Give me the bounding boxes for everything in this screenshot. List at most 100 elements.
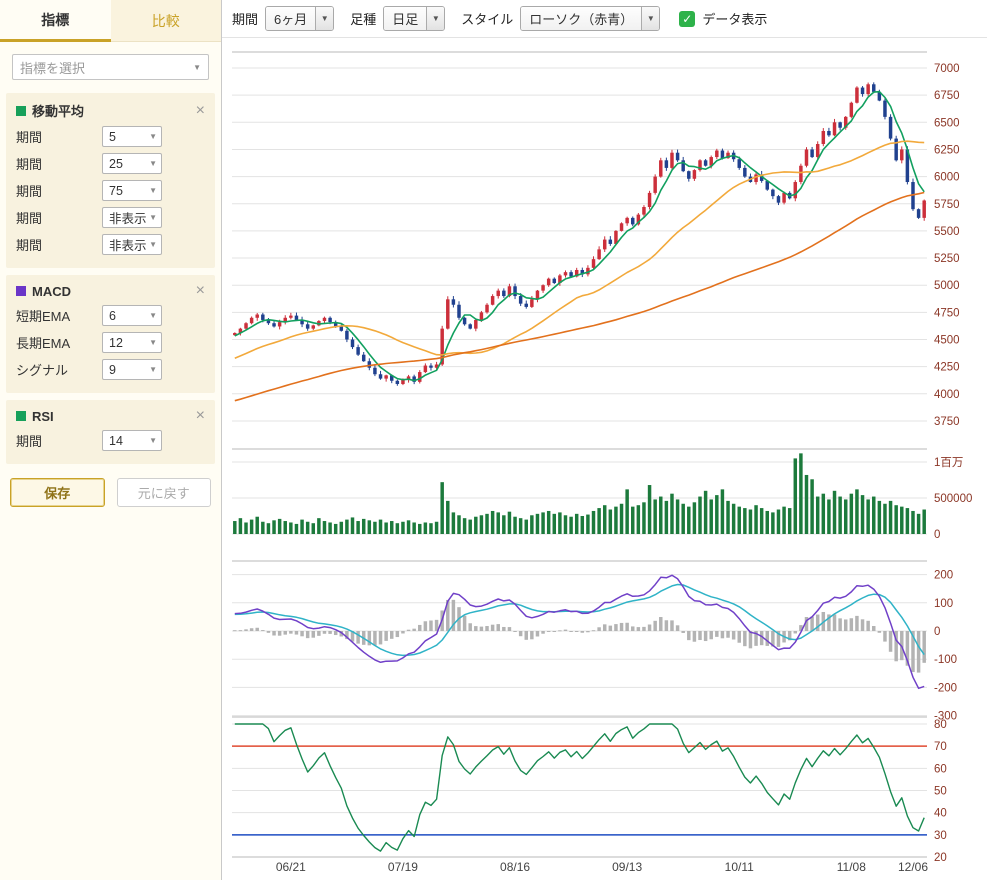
bartype-value: 日足 [384,7,426,30]
ma-period-select-4[interactable]: 非表示 ▼ [102,207,162,228]
ma-period-select-1[interactable]: 5 ▼ [102,126,162,147]
style-value: ローソク（赤青） [521,7,641,30]
macd-slow-label: 長期EMA [16,333,102,352]
svg-text:3750: 3750 [934,416,960,428]
svg-text:7000: 7000 [934,63,960,75]
ma-period-select-2[interactable]: 25 ▼ [102,153,162,174]
chevron-down-icon: ▼ [149,436,157,445]
data-display-label: データ表示 [702,9,767,28]
save-button[interactable]: 保存 [10,478,105,507]
svg-text:6250: 6250 [934,144,960,156]
macd-section-title: MACD [32,284,71,299]
tab-indicators[interactable]: 指標 [0,0,111,42]
chevron-down-icon: ▼ [149,311,157,320]
ma-period-select-5[interactable]: 非表示 ▼ [102,234,162,255]
ma-period-row: 期間 非表示 ▼ [16,204,205,231]
svg-text:5500: 5500 [934,226,960,238]
svg-text:4750: 4750 [934,307,960,319]
svg-text:40: 40 [934,808,947,820]
chevron-down-icon: ▼ [315,7,333,30]
chart-canvas[interactable]: 7000675065006250600057505500525050004750… [222,38,987,882]
chevron-down-icon: ▼ [149,338,157,347]
svg-text:1百万: 1百万 [934,457,963,469]
bartype-select[interactable]: 日足 ▼ [383,6,445,31]
rsi-period-value: 14 [109,434,123,448]
tab-compare[interactable]: 比較 [111,0,222,42]
rsi-color-swatch [16,411,26,421]
indicator-select[interactable]: 指標を選択 ▼ [12,54,209,80]
macd-signal-value: 9 [109,363,116,377]
svg-text:6000: 6000 [934,172,960,184]
period-label: 期間 [232,9,258,28]
macd-slow-value: 12 [109,336,123,350]
svg-text:70: 70 [934,741,947,753]
rsi-period-label: 期間 [16,431,102,450]
check-icon: ✓ [682,12,692,26]
ma-period-row: 期間 5 ▼ [16,123,205,150]
svg-text:-200: -200 [934,682,957,694]
rsi-section-title: RSI [32,409,54,424]
ma-section-title: 移動平均 [32,101,84,120]
ma-period-value: 5 [109,130,116,144]
data-display-checkbox[interactable]: ✓ [679,11,695,27]
close-icon[interactable]: × [196,408,205,424]
close-icon[interactable]: × [196,103,205,119]
svg-text:09/13: 09/13 [612,860,642,874]
rsi-row: 期間 14 ▼ [16,427,205,454]
svg-text:08/16: 08/16 [500,860,530,874]
svg-text:500000: 500000 [934,493,972,505]
macd-fast-select[interactable]: 6 ▼ [102,305,162,326]
chevron-down-icon: ▼ [149,159,157,168]
macd-pane[interactable] [232,575,927,716]
svg-text:200: 200 [934,570,953,582]
macd-fast-label: 短期EMA [16,306,102,325]
svg-text:60: 60 [934,763,947,775]
chevron-down-icon: ▼ [149,240,157,249]
svg-text:5750: 5750 [934,199,960,211]
macd-color-swatch [16,286,26,296]
ma-section: 移動平均 × 期間 5 ▼ 期間 25 ▼ 期間 75 ▼ 期間 [6,93,215,268]
macd-slow-select[interactable]: 12 ▼ [102,332,162,353]
macd-signal-select[interactable]: 9 ▼ [102,359,162,380]
ma-period-value: 非表示 [109,235,147,254]
svg-text:12/06: 12/06 [898,860,928,874]
rsi-period-select[interactable]: 14 ▼ [102,430,162,451]
ma-period-label: 期間 [16,181,102,200]
svg-text:4500: 4500 [934,335,960,347]
chart-area[interactable]: 7000675065006250600057505500525050004750… [222,38,987,885]
ma-period-row: 期間 非表示 ▼ [16,231,205,258]
svg-text:30: 30 [934,830,947,842]
svg-text:5000: 5000 [934,280,960,292]
svg-text:0: 0 [934,529,940,541]
ma-period-label: 期間 [16,154,102,173]
ma-period-row: 期間 25 ▼ [16,150,205,177]
indicator-select-wrap: 指標を選択 ▼ [0,42,221,86]
reset-button[interactable]: 元に戻す [117,478,212,507]
macd-row: 短期EMA 6 ▼ [16,302,205,329]
chart-main: 期間 6ヶ月 ▼ 足種 日足 ▼ スタイル ローソク（赤青） ▼ ✓ データ表示… [222,0,987,880]
chevron-down-icon: ▼ [193,63,201,72]
period-select[interactable]: 6ヶ月 ▼ [265,6,334,31]
ma-period-select-3[interactable]: 75 ▼ [102,180,162,201]
macd-row: 長期EMA 12 ▼ [16,329,205,356]
ma-period-label: 期間 [16,208,102,227]
macd-fast-value: 6 [109,309,116,323]
indicator-select-value: 指標を選択 [20,58,85,77]
macd-signal-label: シグナル [16,360,102,379]
volume-pane[interactable] [232,453,927,534]
svg-text:4250: 4250 [934,362,960,374]
close-icon[interactable]: × [196,283,205,299]
svg-text:10/11: 10/11 [725,860,754,874]
chevron-down-icon: ▼ [149,365,157,374]
sidebar-tabs: 指標 比較 [0,0,221,42]
style-select[interactable]: ローソク（赤青） ▼ [520,6,660,31]
price-pane[interactable] [232,68,927,421]
ma-period-label: 期間 [16,235,102,254]
ma-period-value: 75 [109,184,123,198]
ma-period-label: 期間 [16,127,102,146]
period-value: 6ヶ月 [266,7,315,30]
sidebar-buttons: 保存 元に戻す [10,478,211,507]
macd-row: シグナル 9 ▼ [16,356,205,383]
ma-period-value: 非表示 [109,208,147,227]
rsi-pane[interactable] [232,724,927,857]
